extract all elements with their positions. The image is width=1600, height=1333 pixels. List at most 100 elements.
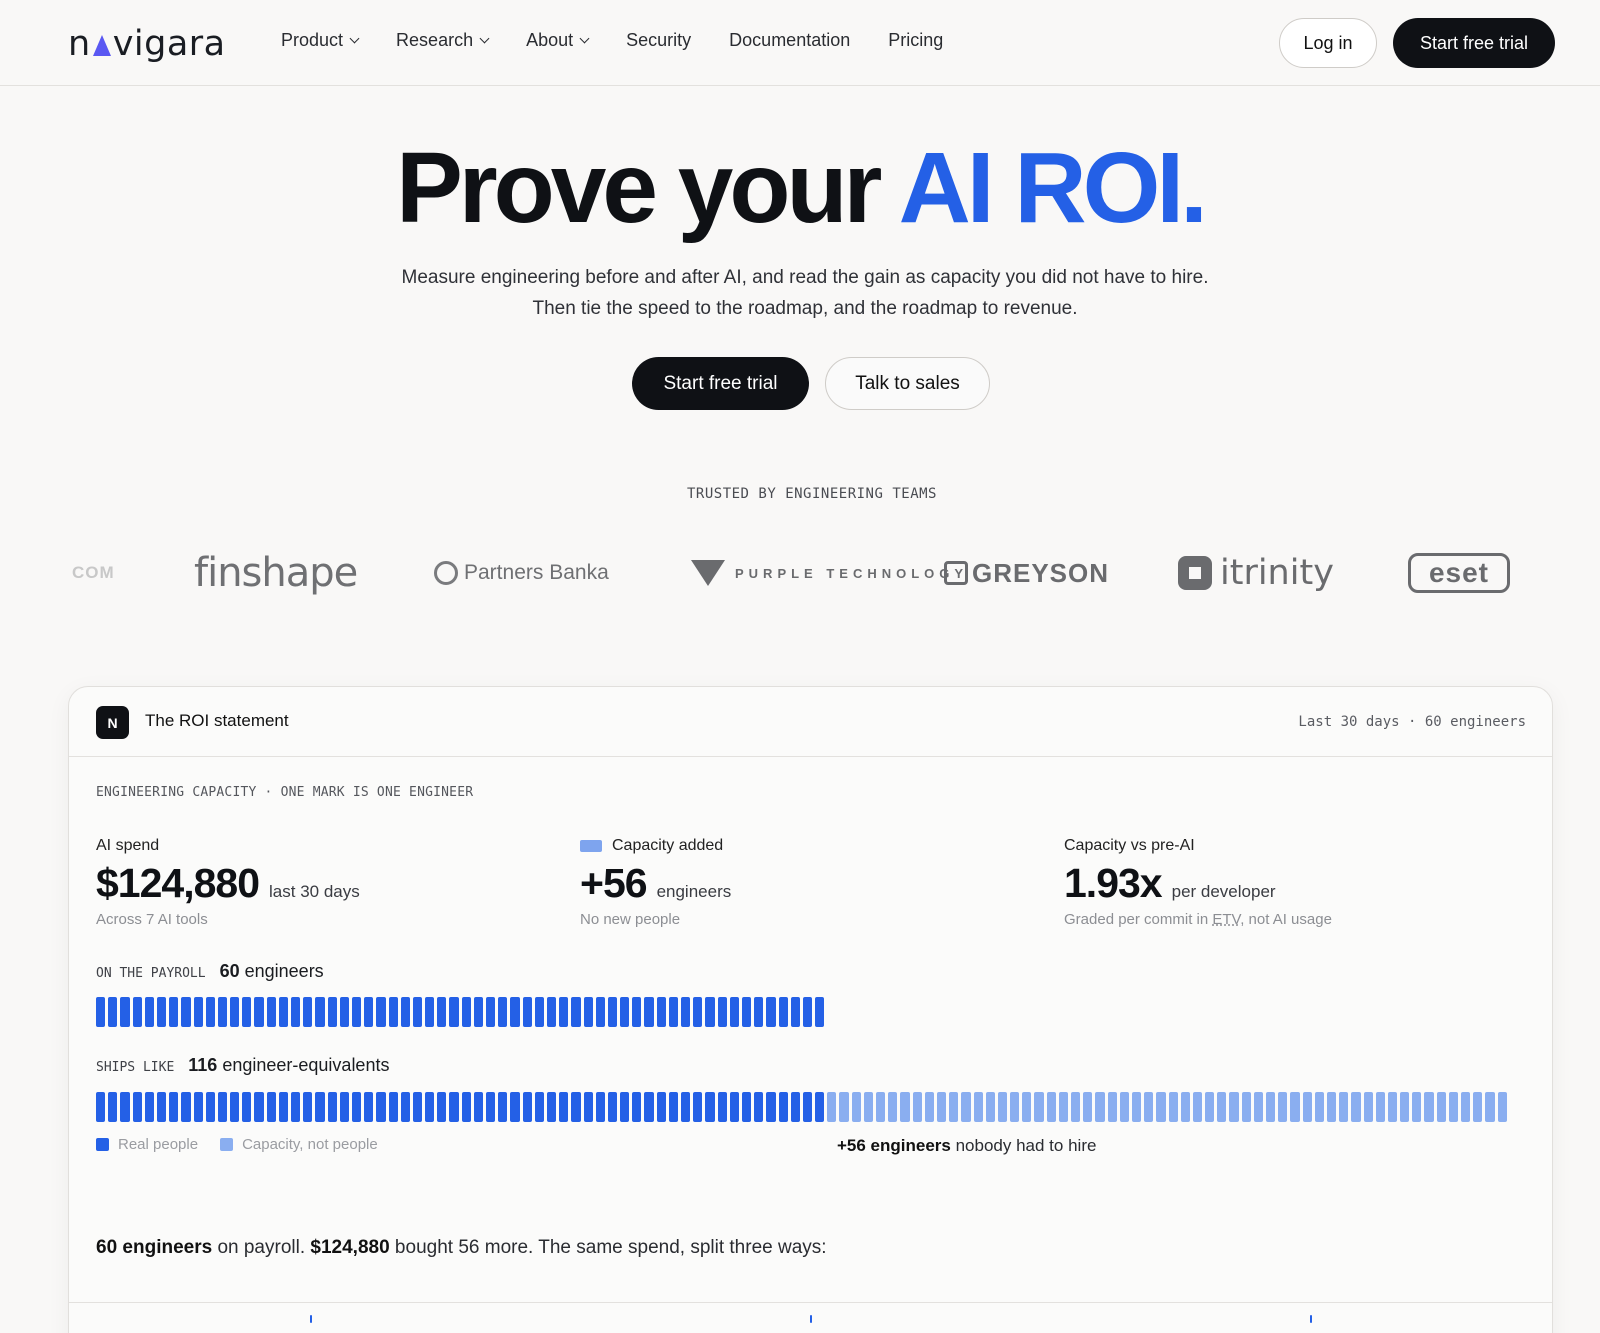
nav-about[interactable]: About	[526, 30, 590, 51]
capacity-mark	[1412, 1092, 1422, 1122]
engineer-mark	[802, 1092, 813, 1122]
stat-capacity-vs-pre-ai: Capacity vs pre-AI 1.93x per developer Gr…	[1064, 837, 1332, 928]
engineer-mark	[778, 997, 788, 1027]
capacity-mark	[1083, 1092, 1093, 1122]
capacity-mark	[1387, 1092, 1398, 1122]
capacity-mark	[1253, 1092, 1263, 1122]
engineer-mark	[461, 997, 471, 1027]
partners-icon	[434, 561, 458, 585]
logo-finshape: finshape	[194, 550, 358, 596]
engineer-mark	[717, 997, 727, 1027]
stat-value: 1.93x	[1064, 860, 1163, 906]
capacity-mark	[1363, 1092, 1373, 1122]
greyson-icon	[944, 561, 968, 585]
engineer-mark	[595, 1092, 605, 1122]
real-swatch	[96, 1138, 109, 1151]
engineer-mark	[790, 997, 800, 1027]
engineer-mark	[522, 1092, 532, 1122]
engineer-mark	[351, 1092, 362, 1122]
capacity-mark	[912, 1092, 922, 1122]
logo-itrinity: itrinity	[1178, 540, 1334, 606]
capacity-mark	[1241, 1092, 1251, 1122]
engineer-mark	[559, 997, 569, 1027]
legend-capacity: Capacity, not people	[220, 1136, 378, 1153]
engineer-mark	[632, 1092, 642, 1122]
capacity-mark	[1058, 1092, 1068, 1122]
engineer-mark	[644, 997, 654, 1027]
engineer-mark	[510, 1092, 520, 1122]
engineer-mark	[644, 1092, 654, 1122]
engineer-mark	[144, 997, 154, 1027]
engineer-mark	[449, 997, 459, 1027]
capacity-mark	[888, 1092, 898, 1122]
ships-label: SHIPS LIKE 116 engineer-equivalents	[96, 1055, 390, 1075]
engineer-mark	[388, 1092, 398, 1122]
capacity-mark	[1205, 1092, 1215, 1122]
nav-research[interactable]: Research	[396, 30, 490, 51]
capacity-mark	[1095, 1092, 1105, 1122]
engineer-mark	[595, 997, 605, 1027]
etv-term[interactable]: ETV	[1212, 911, 1240, 928]
engineer-mark	[327, 1092, 337, 1122]
hero-subtitle: Measure engineering before and after AI,…	[401, 267, 1209, 319]
logo-partners-banka: Partners Banka	[434, 540, 609, 606]
capacity-mark	[1022, 1092, 1032, 1122]
trusted-label: TRUSTED BY ENGINEERING TEAMS	[686, 486, 937, 502]
engineer-mark	[303, 997, 313, 1027]
capacity-mark	[1290, 1092, 1300, 1122]
start-trial-button-header[interactable]: Start free trial	[1393, 18, 1555, 68]
capacity-mark	[1107, 1092, 1117, 1122]
nav-security[interactable]: Security	[626, 30, 691, 51]
engineer-mark	[144, 1092, 154, 1122]
talk-to-sales-button[interactable]: Talk to sales	[825, 357, 990, 410]
nav-product[interactable]: Product	[281, 30, 360, 51]
capacity-mark	[1229, 1092, 1239, 1122]
engineer-mark	[498, 1092, 508, 1122]
chevron-down-icon	[349, 33, 360, 44]
nav-pricing[interactable]: Pricing	[888, 30, 943, 51]
capacity-mark	[949, 1092, 959, 1122]
split-marker	[810, 1315, 812, 1323]
login-button[interactable]: Log in	[1279, 18, 1377, 68]
capacity-mark	[839, 1092, 849, 1122]
capacity-mark	[1497, 1092, 1507, 1122]
capacity-mark	[1400, 1092, 1410, 1122]
engineer-mark	[108, 997, 118, 1027]
engineer-mark	[620, 1092, 630, 1122]
engineer-mark	[303, 1092, 313, 1122]
engineer-mark	[169, 997, 179, 1027]
logo-arrow-icon	[92, 35, 111, 56]
capacity-mark	[1071, 1092, 1081, 1122]
capacity-mark	[936, 1092, 947, 1122]
engineer-mark	[534, 997, 544, 1027]
capacity-mark	[876, 1092, 886, 1122]
logo[interactable]: n vigara	[68, 24, 226, 64]
engineer-mark	[364, 997, 374, 1027]
card-header: N The ROI statement Last 30 days · 60 en…	[69, 687, 1552, 757]
split-marker	[310, 1315, 312, 1323]
engineer-mark	[230, 1092, 240, 1122]
capacity-mark	[1156, 1092, 1166, 1122]
ships-marks	[96, 1092, 1507, 1122]
engineer-mark	[766, 1092, 776, 1122]
engineer-mark	[546, 1092, 557, 1122]
summary-text: 60 engineers on payroll. $124,880 bought…	[96, 1237, 827, 1258]
capacity-mark	[900, 1092, 910, 1122]
capacity-mark	[1144, 1092, 1154, 1122]
start-trial-button[interactable]: Start free trial	[632, 357, 809, 410]
nav-documentation[interactable]: Documentation	[729, 30, 850, 51]
engineer-mark	[205, 1092, 215, 1122]
main-nav: Product Research About Security Document…	[281, 30, 943, 51]
capacity-mark	[1424, 1092, 1434, 1122]
engineer-mark	[266, 997, 276, 1027]
engineer-mark	[498, 997, 508, 1027]
capacity-mark	[1436, 1092, 1446, 1122]
capacity-mark	[1010, 1092, 1020, 1122]
engineer-mark	[400, 1092, 410, 1122]
customer-logos: COM finshape Partners Banka PURPLE TECHN…	[0, 540, 1600, 606]
engineer-mark	[291, 997, 301, 1027]
capacity-mark	[1266, 1092, 1276, 1122]
engineer-mark	[108, 1092, 118, 1122]
logo-greyson: GREYSON	[944, 540, 1109, 606]
extra-capacity-note: +56 engineers nobody had to hire	[837, 1136, 1097, 1155]
